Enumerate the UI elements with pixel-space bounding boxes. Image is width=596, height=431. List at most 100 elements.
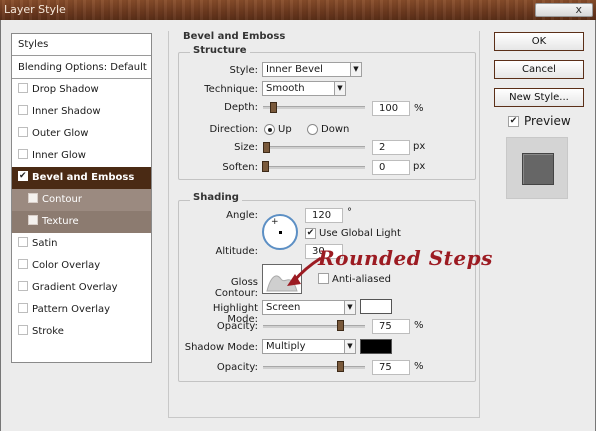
crosshair-icon: + xyxy=(271,217,279,227)
checkbox[interactable] xyxy=(18,237,28,247)
direction-up-label: Up xyxy=(278,124,292,135)
list-item-label: Satin xyxy=(32,238,58,249)
use-global-light-checkbox[interactable]: ✔ xyxy=(305,228,316,239)
angle-unit: ° xyxy=(347,207,352,218)
checkbox[interactable] xyxy=(28,215,38,225)
shadow-opacity-slider[interactable] xyxy=(263,366,365,369)
chevron-down-icon: ▼ xyxy=(334,82,345,95)
list-item-outer-glow[interactable]: Outer Glow xyxy=(12,123,151,145)
shadow-mode-value: Multiply xyxy=(266,341,306,352)
list-item-pattern-overlay[interactable]: Pattern Overlay xyxy=(12,299,151,321)
list-item-texture[interactable]: Texture xyxy=(12,211,151,233)
chevron-down-icon: ▼ xyxy=(344,340,355,353)
chevron-down-icon: ▼ xyxy=(344,301,355,314)
depth-input[interactable]: 100 xyxy=(372,101,410,116)
shadow-opacity-input[interactable]: 75 xyxy=(372,360,410,375)
highlight-opacity-label: Opacity: xyxy=(216,321,258,332)
checkbox[interactable] xyxy=(18,281,28,291)
list-item-contour[interactable]: Contour xyxy=(12,189,151,211)
list-item-label: Drop Shadow xyxy=(32,84,99,95)
checkbox[interactable] xyxy=(18,325,28,335)
style-preview xyxy=(506,137,568,199)
direction-up-radio[interactable] xyxy=(264,124,275,135)
list-item-label: Outer Glow xyxy=(32,128,89,139)
anti-aliased-label: Anti-aliased xyxy=(332,274,392,285)
technique-value: Smooth xyxy=(266,83,305,94)
size-slider-thumb[interactable] xyxy=(263,142,270,153)
checkbox[interactable] xyxy=(18,127,28,137)
list-item-inner-glow[interactable]: Inner Glow xyxy=(12,145,151,167)
close-button[interactable]: x xyxy=(535,3,593,17)
list-item-label: Gradient Overlay xyxy=(32,282,118,293)
checkbox[interactable] xyxy=(18,149,28,159)
angle-label: Angle: xyxy=(226,210,258,221)
technique-select[interactable]: Smooth ▼ xyxy=(262,81,346,96)
soften-slider-thumb[interactable] xyxy=(262,161,269,172)
cancel-button[interactable]: Cancel xyxy=(494,60,584,79)
list-item-satin[interactable]: Satin xyxy=(12,233,151,255)
styles-header[interactable]: Styles xyxy=(12,34,151,56)
use-global-light-label: Use Global Light xyxy=(319,228,401,239)
gloss-contour-label: Gloss Contour: xyxy=(214,277,258,299)
highlight-opacity-slider[interactable] xyxy=(263,325,365,328)
title-bar: Layer Style x xyxy=(0,0,596,20)
list-item-label: Stroke xyxy=(32,326,64,337)
list-item-label: Inner Shadow xyxy=(32,106,101,117)
list-item-bevel-and-emboss[interactable]: Bevel and Emboss xyxy=(12,165,151,189)
altitude-label: Altitude: xyxy=(215,246,258,257)
shadow-opacity-thumb[interactable] xyxy=(337,361,344,372)
list-item-stroke[interactable]: Stroke xyxy=(12,321,151,343)
highlight-color-swatch[interactable] xyxy=(360,299,392,314)
highlight-opacity-unit: % xyxy=(414,320,424,331)
shadow-color-swatch[interactable] xyxy=(360,339,392,354)
size-input[interactable]: 2 xyxy=(372,140,410,155)
annotation-text: Rounded Steps xyxy=(318,246,493,270)
angle-input[interactable]: 120 xyxy=(305,208,343,223)
list-item-gradient-overlay[interactable]: Gradient Overlay xyxy=(12,277,151,299)
depth-slider-thumb[interactable] xyxy=(270,102,277,113)
direction-down-radio[interactable] xyxy=(307,124,318,135)
list-item-label: Contour xyxy=(42,194,82,205)
highlight-opacity-thumb[interactable] xyxy=(337,320,344,331)
list-item-label: Bevel and Emboss xyxy=(32,172,135,183)
preview-label: Preview xyxy=(524,114,571,128)
close-icon: x xyxy=(575,3,582,16)
shadow-opacity-unit: % xyxy=(414,361,424,372)
checkbox[interactable] xyxy=(18,83,28,93)
style-select[interactable]: Inner Bevel ▼ xyxy=(262,62,362,77)
list-item-label: Color Overlay xyxy=(32,260,101,271)
soften-input[interactable]: 0 xyxy=(372,160,410,175)
soften-unit: px xyxy=(413,161,426,172)
list-item-inner-shadow[interactable]: Inner Shadow xyxy=(12,101,151,123)
checkbox[interactable] xyxy=(18,303,28,313)
shadow-mode-label: Shadow Mode: xyxy=(184,342,258,353)
window-title: Layer Style xyxy=(4,3,66,16)
preview-checkbox[interactable]: ✔ xyxy=(508,116,519,127)
style-label: Style: xyxy=(229,65,259,76)
angle-dial[interactable]: + xyxy=(262,214,298,250)
structure-title: Structure xyxy=(190,45,250,56)
style-value: Inner Bevel xyxy=(266,64,323,75)
highlight-opacity-input[interactable]: 75 xyxy=(372,319,410,334)
list-item-color-overlay[interactable]: Color Overlay xyxy=(12,255,151,277)
size-unit: px xyxy=(413,141,426,152)
shadow-opacity-label: Opacity: xyxy=(216,362,258,373)
shadow-mode-select[interactable]: Multiply ▼ xyxy=(262,339,356,354)
preview-square xyxy=(522,153,554,185)
ok-button[interactable]: OK xyxy=(494,32,584,51)
section-title: Bevel and Emboss xyxy=(180,31,289,42)
checkbox[interactable] xyxy=(18,259,28,269)
checkbox[interactable] xyxy=(28,193,38,203)
angle-point xyxy=(279,231,282,234)
highlight-mode-select[interactable]: Screen ▼ xyxy=(262,300,356,315)
size-label: Size: xyxy=(234,142,258,153)
new-style-button[interactable]: New Style... xyxy=(494,88,584,107)
highlight-mode-value: Screen xyxy=(266,302,301,313)
depth-slider[interactable] xyxy=(263,106,365,109)
soften-slider[interactable] xyxy=(263,166,365,169)
blending-options[interactable]: Blending Options: Default xyxy=(12,57,151,79)
size-slider[interactable] xyxy=(263,146,365,149)
list-item-drop-shadow[interactable]: Drop Shadow xyxy=(12,79,151,101)
checkbox[interactable] xyxy=(18,105,28,115)
checkbox-checked[interactable] xyxy=(18,165,28,187)
